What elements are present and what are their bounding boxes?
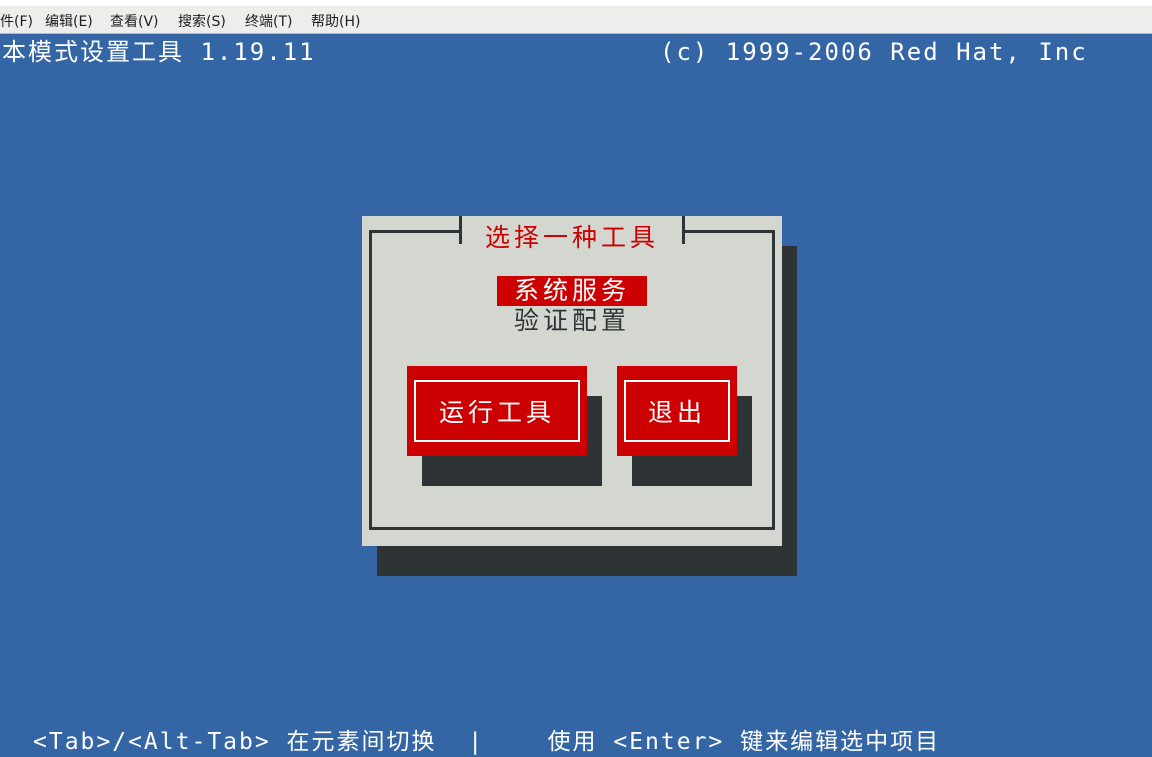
dialog-title: 选择一种工具: [484, 223, 659, 252]
list-item-auth-config[interactable]: 验证配置: [497, 306, 647, 336]
title-divider-right: [682, 216, 685, 244]
menu-help[interactable]: 帮助(H): [311, 11, 360, 31]
menu-search[interactable]: 搜索(S): [178, 11, 226, 31]
help-line: <Tab>/<Alt-Tab> 在元素间切换 | 使用 <Enter> 键来编辑…: [33, 729, 941, 755]
copyright-text: (c) 1999-2006 Red Hat, Inc: [660, 38, 1088, 66]
list-item-system-services[interactable]: 系统服务: [497, 276, 647, 306]
quit-button-label: 退出: [624, 380, 730, 442]
choose-tool-dialog: 选择一种工具 系统服务 验证配置 运行工具 退出: [362, 216, 782, 546]
tool-title: 本模式设置工具 1.19.11: [2, 38, 316, 66]
menu-file[interactable]: 件(F): [0, 11, 33, 31]
menu-terminal[interactable]: 终端(T): [245, 11, 292, 31]
quit-button[interactable]: 退出: [617, 366, 737, 456]
menu-edit[interactable]: 编辑(E): [45, 11, 93, 31]
run-tool-button[interactable]: 运行工具: [407, 366, 587, 456]
menu-view[interactable]: 查看(V): [110, 11, 159, 31]
terminal-menubar: 件(F) 编辑(E) 查看(V) 搜索(S) 终端(T) 帮助(H): [0, 0, 1152, 34]
run-tool-button-label: 运行工具: [414, 380, 580, 442]
